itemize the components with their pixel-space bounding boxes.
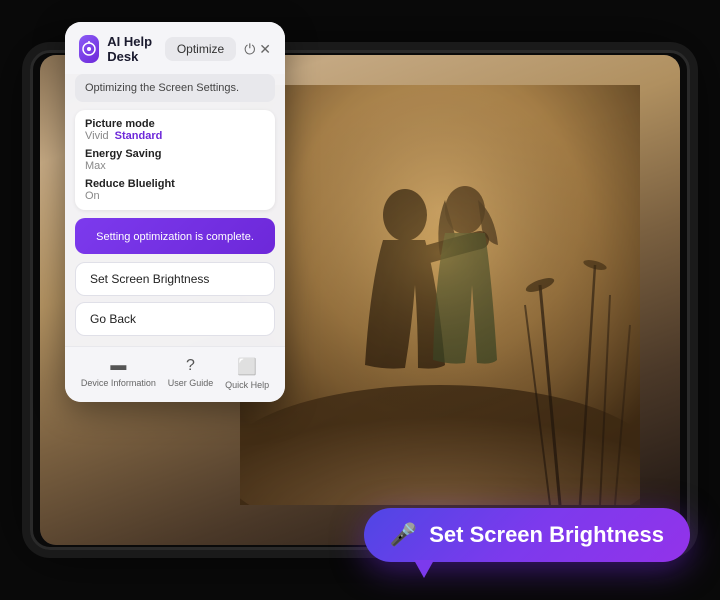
footer-user-guide[interactable]: ? User Guide bbox=[168, 357, 214, 390]
voice-bubble: 🎤 Set Screen Brightness bbox=[364, 508, 690, 562]
close-icon[interactable]: ✕ bbox=[259, 41, 271, 58]
panel-title: AI Help Desk bbox=[107, 34, 165, 64]
setting-picture-mode: Picture mode Vivid Standard bbox=[85, 118, 265, 142]
setting-label-energy: Energy Saving bbox=[85, 148, 265, 160]
setting-max: Max bbox=[85, 160, 106, 172]
setting-label-bluelight: Reduce Bluelight bbox=[85, 178, 265, 190]
power-icon[interactable]: ⏻ bbox=[244, 41, 255, 58]
user-guide-icon: ? bbox=[186, 357, 195, 375]
setting-values-picture: Vivid Standard bbox=[85, 130, 265, 142]
footer-quick-help[interactable]: ⬜ Quick Help bbox=[225, 357, 269, 390]
complete-banner: Setting optimization is complete. bbox=[75, 218, 275, 254]
setting-on: On bbox=[85, 190, 100, 202]
help-desk-panel: AI Help Desk Optimize ⏻ ✕ Optimizing the… bbox=[65, 22, 285, 402]
bubble-text: Set Screen Brightness bbox=[429, 522, 664, 548]
device-info-icon: ▬ bbox=[110, 357, 126, 375]
setting-energy: Energy Saving Max bbox=[85, 148, 265, 172]
settings-box: Picture mode Vivid Standard Energy Savin… bbox=[75, 110, 275, 210]
panel-footer: ▬ Device Information ? User Guide ⬜ Quic… bbox=[65, 346, 285, 402]
setting-values-bluelight: On bbox=[85, 190, 265, 202]
footer-help-label: Quick Help bbox=[225, 380, 269, 390]
footer-device-label: Device Information bbox=[81, 378, 156, 388]
footer-guide-label: User Guide bbox=[168, 378, 214, 388]
footer-device-info[interactable]: ▬ Device Information bbox=[81, 357, 156, 390]
optimize-button[interactable]: Optimize bbox=[165, 37, 236, 61]
setting-bluelight: Reduce Bluelight On bbox=[85, 178, 265, 202]
microphone-icon: 🎤 bbox=[390, 522, 417, 548]
setting-standard: Standard bbox=[115, 130, 163, 142]
status-text: Optimizing the Screen Settings. bbox=[75, 74, 275, 102]
setting-label-picture: Picture mode bbox=[85, 118, 265, 130]
quick-help-icon: ⬜ bbox=[237, 357, 257, 377]
setting-vivid: Vivid bbox=[85, 130, 109, 142]
go-back-button[interactable]: Go Back bbox=[75, 302, 275, 336]
panel-title-group: AI Help Desk bbox=[79, 34, 165, 64]
panel-header: AI Help Desk Optimize ⏻ ✕ bbox=[65, 22, 285, 74]
complete-text: Setting optimization is complete. bbox=[96, 231, 254, 243]
set-brightness-button[interactable]: Set Screen Brightness bbox=[75, 262, 275, 296]
setting-values-energy: Max bbox=[85, 160, 265, 172]
ai-icon bbox=[79, 35, 99, 63]
